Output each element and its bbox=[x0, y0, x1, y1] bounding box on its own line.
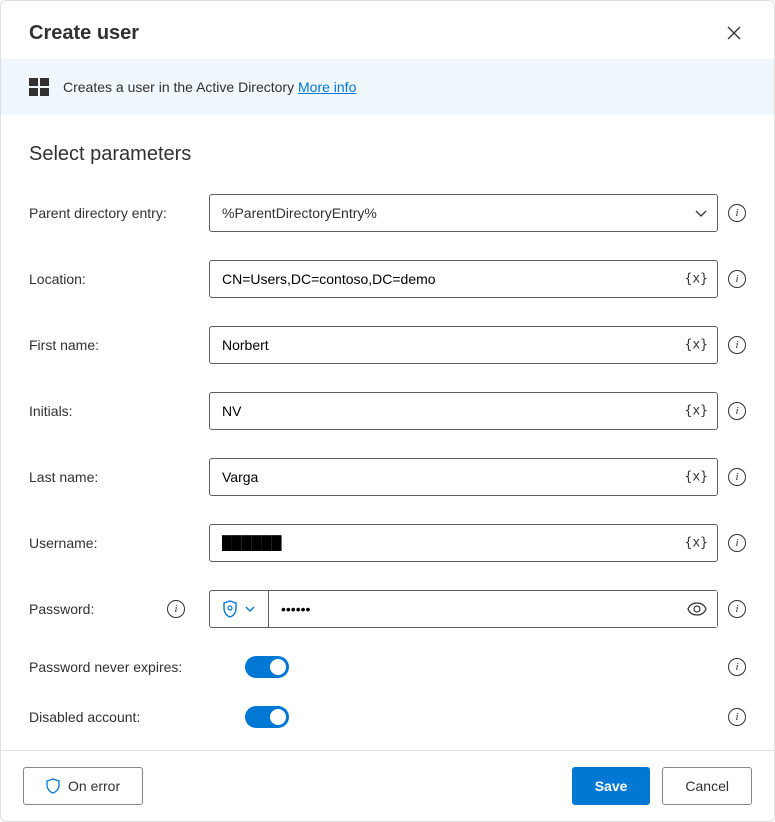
more-info-link[interactable]: More info bbox=[298, 79, 356, 95]
first-name-input[interactable] bbox=[209, 326, 718, 364]
location-label: Location: bbox=[29, 271, 209, 287]
shield-icon bbox=[222, 600, 238, 618]
parent-help-icon[interactable]: i bbox=[728, 204, 746, 222]
on-error-button[interactable]: On error bbox=[23, 767, 143, 805]
parent-directory-select[interactable]: %ParentDirectoryEntry% bbox=[209, 194, 718, 232]
password-help-icon[interactable]: i bbox=[728, 600, 746, 618]
cancel-button[interactable]: Cancel bbox=[662, 767, 752, 805]
location-input[interactable] bbox=[209, 260, 718, 298]
first-name-label: First name: bbox=[29, 337, 209, 353]
banner-text: Creates a user in the Active Directory M… bbox=[63, 79, 356, 95]
username-label: Username: bbox=[29, 535, 209, 551]
never-expires-toggle[interactable] bbox=[245, 656, 289, 678]
chevron-down-icon bbox=[244, 603, 256, 615]
disabled-account-help-icon[interactable]: i bbox=[728, 708, 746, 726]
variable-picker-icon[interactable]: {x} bbox=[685, 272, 708, 287]
username-help-icon[interactable]: i bbox=[728, 534, 746, 552]
never-expires-label: Password never expires: bbox=[29, 659, 209, 675]
last-name-label: Last name: bbox=[29, 469, 209, 485]
dialog-header: Create user bbox=[1, 1, 774, 59]
initials-row: Initials: {x} i bbox=[29, 392, 746, 430]
initials-help-icon[interactable]: i bbox=[728, 402, 746, 420]
last-name-help-icon[interactable]: i bbox=[728, 468, 746, 486]
section-title: Select parameters bbox=[29, 143, 746, 166]
variable-picker-icon[interactable]: {x} bbox=[685, 470, 708, 485]
dialog-footer: On error Save Cancel bbox=[1, 750, 774, 821]
last-name-input[interactable] bbox=[209, 458, 718, 496]
location-help-icon[interactable]: i bbox=[728, 270, 746, 288]
info-banner: Creates a user in the Active Directory M… bbox=[1, 59, 774, 115]
disabled-account-toggle[interactable] bbox=[245, 706, 289, 728]
password-label: Password: bbox=[29, 601, 94, 617]
location-row: Location: {x} i bbox=[29, 260, 746, 298]
never-expires-row: Password never expires: i bbox=[29, 656, 746, 678]
parent-label: Parent directory entry: bbox=[29, 205, 209, 221]
initials-input[interactable] bbox=[209, 392, 718, 430]
close-button[interactable] bbox=[722, 21, 746, 45]
password-input[interactable] bbox=[269, 591, 717, 627]
first-name-help-icon[interactable]: i bbox=[728, 336, 746, 354]
close-icon bbox=[726, 25, 742, 41]
username-input[interactable] bbox=[209, 524, 718, 562]
last-name-row: Last name: {x} i bbox=[29, 458, 746, 496]
username-row: Username: {x} i bbox=[29, 524, 746, 562]
initials-label: Initials: bbox=[29, 403, 209, 419]
show-password-icon[interactable] bbox=[687, 602, 707, 616]
dialog-body: Select parameters Parent directory entry… bbox=[1, 115, 774, 750]
variable-picker-icon[interactable]: {x} bbox=[685, 536, 708, 551]
password-label-help-icon[interactable]: i bbox=[167, 600, 185, 618]
first-name-row: First name: {x} i bbox=[29, 326, 746, 364]
windows-icon bbox=[29, 77, 49, 97]
shield-outline-icon bbox=[46, 778, 60, 794]
create-user-dialog: Create user Creates a user in the Active… bbox=[0, 0, 775, 822]
variable-picker-icon[interactable]: {x} bbox=[685, 338, 708, 353]
save-button[interactable]: Save bbox=[572, 767, 651, 805]
password-row: Password: i i bbox=[29, 590, 746, 628]
disabled-account-row: Disabled account: i bbox=[29, 706, 746, 728]
disabled-account-label: Disabled account: bbox=[29, 709, 209, 725]
dialog-title: Create user bbox=[29, 22, 139, 45]
variable-picker-icon[interactable]: {x} bbox=[685, 404, 708, 419]
password-mode-button[interactable] bbox=[210, 591, 269, 627]
parent-row: Parent directory entry: %ParentDirectory… bbox=[29, 194, 746, 232]
never-expires-help-icon[interactable]: i bbox=[728, 658, 746, 676]
